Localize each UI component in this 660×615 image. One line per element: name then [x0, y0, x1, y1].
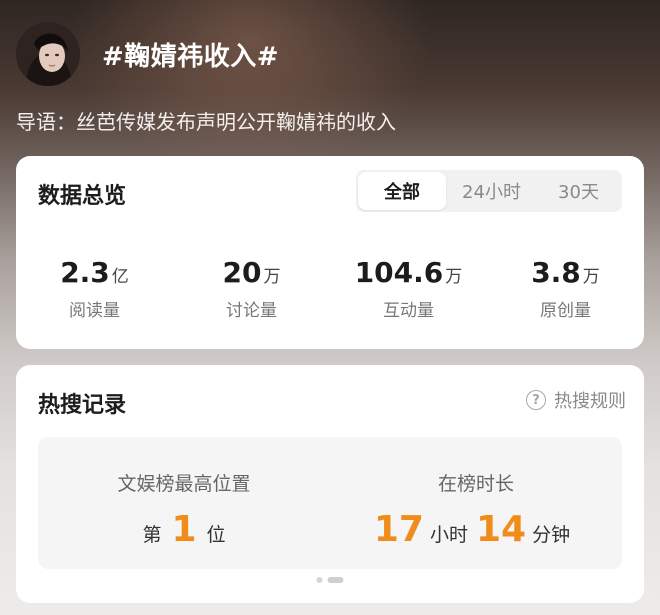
rank-prefix: 第: [142, 524, 162, 546]
page-dot: [316, 577, 323, 583]
tab-all[interactable]: 全部: [358, 172, 446, 210]
question-circle-icon: ?: [526, 390, 546, 410]
time-range-tabs: 全部 24小时 30天: [356, 170, 622, 212]
hot-search-record-card: 热搜记录 ? 热搜规则 文娱榜最高位置 第 1 位 在榜时长 17 小时 14 …: [16, 365, 644, 603]
minutes-unit: 分钟: [532, 524, 571, 546]
rank-suffix: 位: [206, 524, 226, 546]
page-indicator: [316, 577, 344, 583]
stat-value: 2.3 亿: [60, 256, 129, 289]
user-avatar-icon: [16, 22, 80, 86]
topic-title: #鞠婧祎收入#: [102, 42, 280, 72]
data-overview-card: 数据总览 全部 24小时 30天 2.3 亿 阅读量 20 万 讨论量 104.6 万…: [16, 156, 644, 349]
record-box: 文娱榜最高位置 第 1 位 在榜时长 17 小时 14 分钟: [38, 437, 622, 569]
page-dot-active: [327, 577, 344, 583]
tab-24h[interactable]: 24小时: [448, 170, 535, 212]
hours-unit: 小时: [429, 524, 468, 546]
stats-row: 2.3 亿 阅读量 20 万 讨论量 104.6 万 互动量 3.8 万 原创量: [16, 256, 644, 321]
stat-label: 互动量: [383, 301, 434, 321]
stat-value: 104.6 万: [354, 256, 463, 289]
stat-label: 讨论量: [226, 301, 277, 321]
duration-column: 在榜时长 17 小时 14 分钟: [330, 437, 622, 569]
stat-label: 原创量: [540, 301, 591, 321]
rank-value: 第 1 位: [38, 510, 330, 550]
topic-intro: 导语：丝芭传媒发布声明公开鞠婧祎的收入: [16, 110, 396, 134]
duration-hours: 17: [373, 509, 424, 550]
duration-minutes: 14: [476, 509, 527, 550]
rules-label: 热搜规则: [554, 391, 626, 412]
stat-value: 20 万: [222, 256, 281, 289]
hot-search-title: 热搜记录: [38, 393, 127, 418]
hot-search-rules-link[interactable]: ? 热搜规则: [526, 387, 626, 413]
stat-value: 3.8 万: [531, 256, 600, 289]
duration-value: 17 小时 14 分钟: [330, 510, 622, 550]
duration-label: 在榜时长: [437, 473, 514, 495]
stat-originals: 3.8 万 原创量: [487, 256, 644, 321]
avatar[interactable]: [16, 22, 80, 86]
tab-30d[interactable]: 30天: [535, 170, 622, 212]
stat-discussions: 20 万 讨论量: [173, 256, 330, 321]
rank-label: 文娱榜最高位置: [117, 473, 251, 495]
overview-title: 数据总览: [38, 184, 127, 209]
rank-number: 1: [171, 509, 197, 550]
stat-label: 阅读量: [69, 301, 120, 321]
stat-reads: 2.3 亿 阅读量: [16, 256, 173, 321]
stat-interactions: 104.6 万 互动量: [330, 256, 487, 321]
rank-column: 文娱榜最高位置 第 1 位: [38, 437, 330, 569]
